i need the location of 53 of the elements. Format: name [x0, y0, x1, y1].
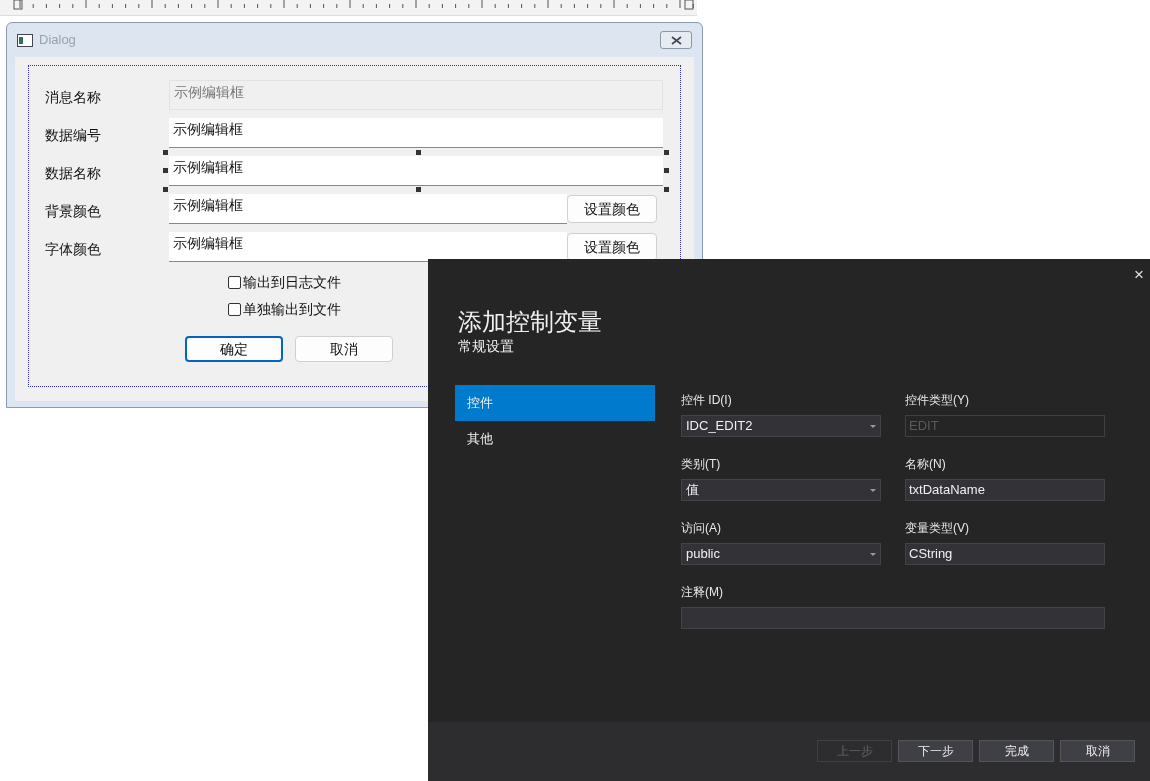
selection-handle[interactable] — [163, 150, 168, 155]
field-label: 字体颜色 — [45, 239, 102, 259]
selection-handle[interactable] — [163, 168, 168, 173]
dropdown[interactable]: public — [681, 543, 881, 565]
field-label: 类别(T) — [681, 456, 722, 473]
checkbox[interactable] — [228, 276, 241, 289]
nav-item[interactable]: 控件 — [455, 385, 655, 421]
close-icon — [670, 35, 682, 45]
comment-field[interactable] — [681, 607, 1105, 629]
selection-handle[interactable] — [163, 187, 168, 192]
field-label: 控件类型(Y) — [905, 392, 970, 409]
dropdown[interactable]: 值 — [681, 479, 881, 501]
checkbox[interactable] — [228, 303, 241, 316]
wizard-button[interactable]: 取消 — [1060, 740, 1135, 762]
text-field[interactable]: 示例编辑框 — [169, 118, 663, 148]
field-label: 注释(M) — [681, 584, 724, 601]
selection-handle[interactable] — [664, 168, 669, 173]
caret-icon — [870, 424, 876, 428]
window-icon — [17, 33, 33, 47]
field-label: 变量类型(V) — [905, 520, 970, 537]
dialog-title: 添加控制变量 — [458, 307, 603, 337]
field-label: 消息名称 — [45, 87, 102, 107]
dropdown[interactable]: IDC_EDIT2 — [681, 415, 881, 437]
caret-icon — [870, 488, 876, 492]
text-field[interactable]: txtDataName — [905, 479, 1105, 501]
field-label: 数据名称 — [45, 163, 102, 183]
wizard-button[interactable]: 下一步 — [898, 740, 973, 762]
text-field[interactable]: CString — [905, 543, 1105, 565]
dialog-button[interactable]: 确定 — [185, 336, 283, 362]
field-label: 控件 ID(I) — [681, 392, 733, 409]
dialog-subtitle: 常规设置 — [458, 337, 515, 355]
set-color-button[interactable]: 设置颜色 — [567, 195, 657, 223]
text-field[interactable]: 示例编辑框 — [169, 194, 567, 224]
checkbox-label: 单独输出到文件 — [243, 300, 341, 319]
checkbox-label: 输出到日志文件 — [243, 273, 341, 292]
text-field[interactable]: 示例编辑框 — [169, 232, 567, 262]
selection-handle[interactable] — [664, 187, 669, 192]
field-label: 背景颜色 — [45, 201, 102, 221]
field-label: 访问(A) — [681, 520, 722, 537]
text-field[interactable]: 示例编辑框 — [169, 156, 663, 186]
selection-handle[interactable] — [416, 187, 421, 192]
field-label: 数据编号 — [45, 125, 102, 145]
dialog-button[interactable]: 取消 — [295, 336, 393, 362]
selection-handle[interactable] — [416, 150, 421, 155]
field-label: 名称(N) — [905, 456, 947, 473]
nav-item[interactable]: 其他 — [455, 421, 655, 457]
close-button[interactable]: × — [1134, 265, 1144, 283]
window-title: Dialog — [39, 31, 76, 50]
wizard-button[interactable]: 完成 — [979, 740, 1054, 762]
set-color-button[interactable]: 设置颜色 — [567, 233, 657, 261]
caret-icon — [870, 552, 876, 556]
close-button[interactable] — [660, 31, 692, 49]
selection-handle[interactable] — [664, 150, 669, 155]
